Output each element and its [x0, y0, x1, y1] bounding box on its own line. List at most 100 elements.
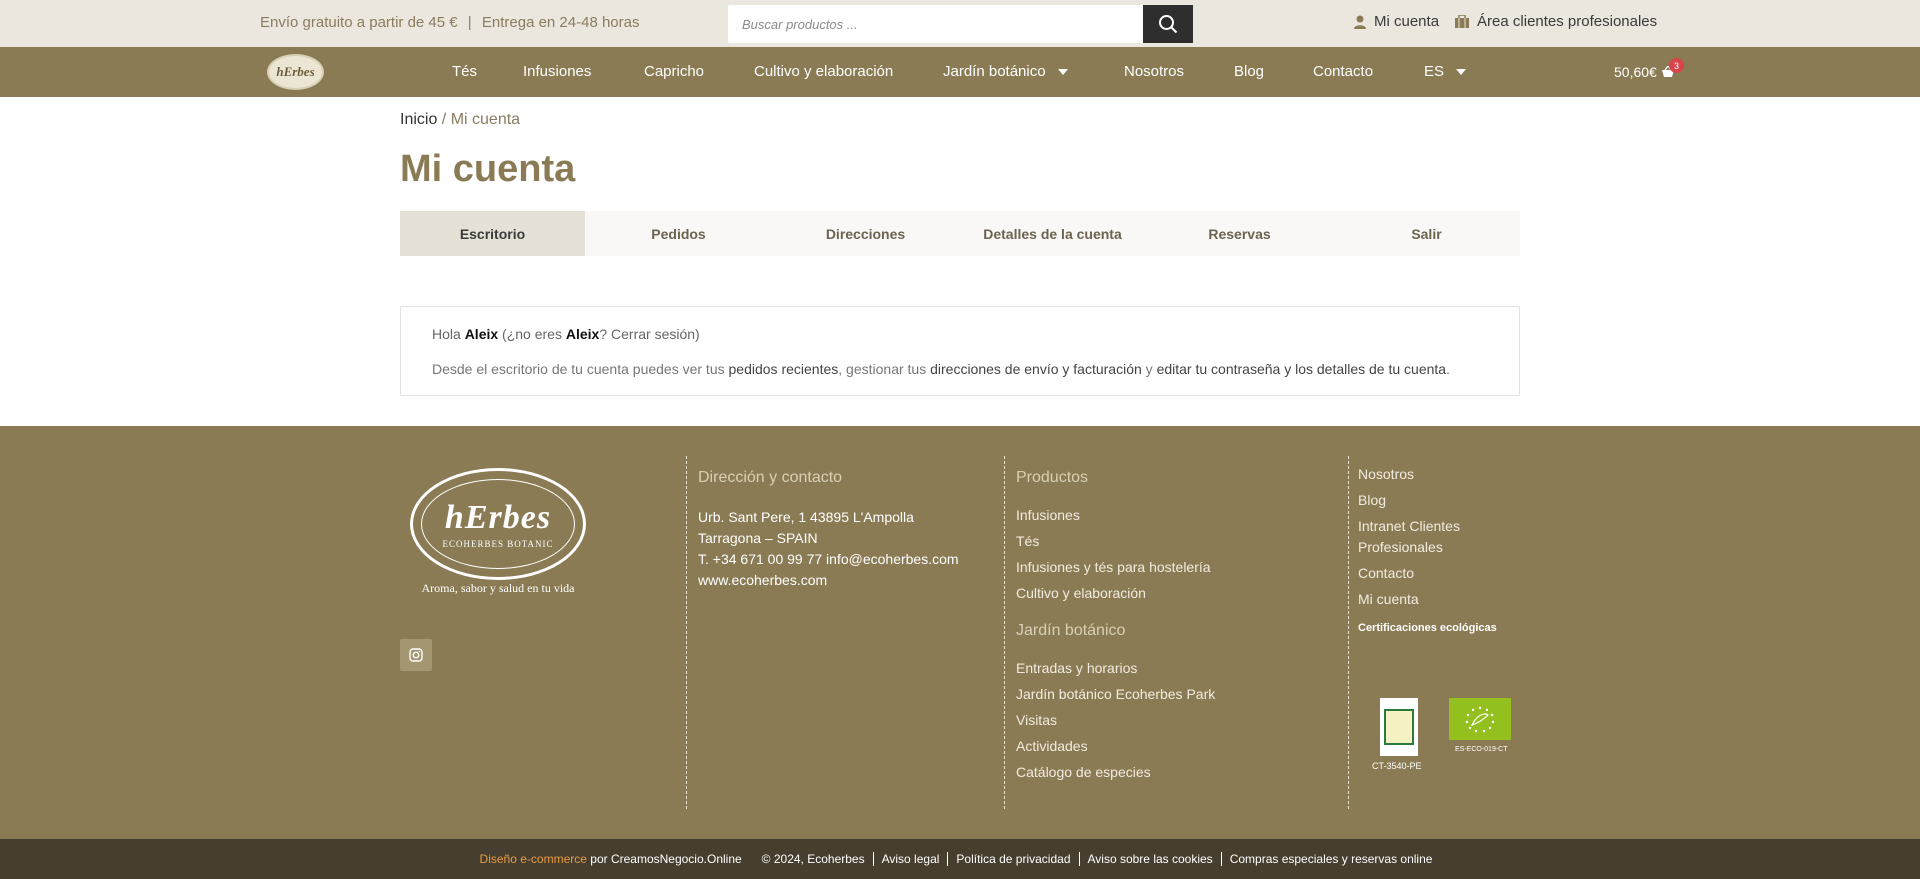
- desc-text: y: [1141, 361, 1157, 377]
- footer-link-visitas[interactable]: Visitas: [1016, 707, 1348, 733]
- nav-item-contacto[interactable]: Contacto: [1313, 63, 1373, 80]
- cart-total: 50,60€: [1614, 64, 1657, 80]
- cookies-link[interactable]: Aviso sobre las cookies: [1078, 852, 1221, 866]
- logo-text: hErbes: [276, 64, 315, 79]
- special-purchases-link[interactable]: Compras especiales y reservas online: [1220, 852, 1441, 866]
- greeting-q: ?: [599, 326, 612, 342]
- bottom-bar: Diseño e-commerce por CreamosNegocio.Onl…: [0, 839, 1920, 879]
- design-credit-by[interactable]: por CreamosNegocio.Online: [590, 852, 741, 866]
- search-input[interactable]: [728, 5, 1142, 43]
- footer-contact-column: Dirección y contacto Urb. Sant Pere, 1 4…: [686, 456, 1004, 809]
- privacy-link[interactable]: Política de privacidad: [947, 852, 1078, 866]
- footer-link-contacto[interactable]: Contacto: [1358, 563, 1548, 584]
- search-button[interactable]: [1143, 5, 1193, 43]
- footer-link-tes[interactable]: Tés: [1016, 528, 1348, 554]
- footer: hErbes ECOHERBES BOTANIC Aroma, sabor y …: [0, 426, 1920, 839]
- nav-label: Tés: [452, 63, 478, 80]
- nav-item-tes[interactable]: Tés: [452, 63, 477, 80]
- address-line-1: Urb. Sant Pere, 1 43895 L'Ampolla: [698, 509, 914, 525]
- footer-logo-inner: hErbes ECOHERBES BOTANIC: [421, 479, 575, 569]
- ccpae-certificate-logo: [1380, 698, 1418, 756]
- pro-area-label: Área clientes profesionales: [1477, 13, 1658, 30]
- tab-escritorio[interactable]: Escritorio: [400, 211, 585, 256]
- instagram-button[interactable]: [400, 639, 432, 671]
- tab-salir[interactable]: Salir: [1333, 211, 1520, 256]
- edit-account-link[interactable]: editar tu contraseña y los detalles de t…: [1157, 361, 1447, 377]
- footer-products-column: Productos Infusiones Tés Infusiones y té…: [1004, 456, 1348, 809]
- my-account-link[interactable]: Mi cuenta: [1354, 13, 1439, 30]
- site-logo[interactable]: hErbes: [267, 54, 324, 90]
- phone-email[interactable]: T. +34 671 00 99 77 info@ecoherbes.com: [698, 549, 1004, 570]
- nav-label: ES: [1424, 63, 1445, 80]
- tab-reservas[interactable]: Reservas: [1146, 211, 1333, 256]
- account-tabs: Escritorio Pedidos Direcciones Detalles …: [400, 211, 1520, 256]
- my-account-label: Mi cuenta: [1374, 13, 1440, 30]
- footer-link-mi-cuenta[interactable]: Mi cuenta: [1358, 589, 1548, 610]
- footer-logo[interactable]: hErbes ECOHERBES BOTANIC: [410, 468, 586, 580]
- garden-title: Jardín botánico: [1016, 622, 1126, 639]
- footer-link-cultivo[interactable]: Cultivo y elaboración: [1016, 580, 1348, 606]
- nav-item-blog[interactable]: Blog: [1234, 63, 1264, 80]
- promo-text: Envío gratuito a partir de 45 € | Entreg…: [260, 14, 640, 31]
- pro-area-link[interactable]: Área clientes profesionales: [1455, 13, 1657, 30]
- eu-leaf-icon: [1465, 706, 1495, 733]
- nav-item-cultivo[interactable]: Cultivo y elaboración: [754, 63, 893, 80]
- footer-link-hosteleria[interactable]: Infusiones y tés para hostelería: [1016, 554, 1348, 580]
- greeting-close: ): [695, 326, 700, 342]
- nav-item-jardin[interactable]: Jardín botánico: [943, 63, 1068, 80]
- footer-link-catalogo[interactable]: Catálogo de especies: [1016, 759, 1348, 785]
- copyright: © 2024, Ecoherbes: [761, 852, 865, 866]
- footer-link-intranet[interactable]: Intranet Clientes Profesionales: [1358, 516, 1478, 558]
- language-selector[interactable]: ES: [1424, 63, 1467, 80]
- cart-button[interactable]: 50,60€: [1614, 64, 1675, 80]
- user-icon: [1354, 15, 1366, 29]
- legal-link[interactable]: Aviso legal: [872, 852, 948, 866]
- breadcrumb-separator: /: [437, 111, 451, 128]
- contact-title: Dirección y contacto: [698, 469, 843, 486]
- nav-item-nosotros[interactable]: Nosotros: [1124, 63, 1184, 80]
- recent-orders-link[interactable]: pedidos recientes: [729, 361, 839, 377]
- footer-link-park[interactable]: Jardín botánico Ecoherbes Park: [1016, 681, 1348, 707]
- promo-separator: |: [467, 14, 472, 31]
- building-icon: [1455, 15, 1470, 28]
- footer-link-blog[interactable]: Blog: [1358, 490, 1548, 511]
- logout-link[interactable]: Cerrar sesión: [611, 326, 695, 342]
- footer-logo-ring-text: ECOHERBES BOTANIC: [442, 539, 554, 549]
- search-box: [728, 5, 1193, 43]
- footer-link-entradas[interactable]: Entradas y horarios: [1016, 655, 1348, 681]
- nav-label: Blog: [1234, 63, 1265, 80]
- user-name-2: Aleix: [565, 326, 600, 342]
- tab-direcciones[interactable]: Direcciones: [772, 211, 959, 256]
- address-line-2: Tarragona – SPAIN: [698, 530, 818, 546]
- chevron-down-icon: [1456, 68, 1467, 75]
- top-links: Mi cuenta Área clientes profesionales: [1354, 13, 1673, 30]
- desc-text: Desde el escritorio de tu cuenta puedes …: [432, 361, 729, 377]
- breadcrumb-home[interactable]: Inicio: [400, 111, 437, 128]
- footer-link-nosotros[interactable]: Nosotros: [1358, 464, 1548, 485]
- footer-link-actividades[interactable]: Actividades: [1016, 733, 1348, 759]
- nav-label: Infusiones: [523, 63, 592, 80]
- website-link[interactable]: www.ecoherbes.com: [698, 570, 1004, 591]
- nav-label: Cultivo y elaboración: [754, 63, 894, 80]
- nav-label: Nosotros: [1124, 63, 1185, 80]
- design-credit-link[interactable]: Diseño e-commerce: [480, 852, 587, 866]
- nav-item-capricho[interactable]: Capricho: [644, 63, 704, 80]
- tab-detalles[interactable]: Detalles de la cuenta: [959, 211, 1146, 256]
- promo-shipping: Envío gratuito a partir de 45 €: [260, 14, 458, 31]
- dashboard-content: Hola Aleix (¿no eres Aleix? Cerrar sesió…: [400, 306, 1520, 396]
- eu-organic-code: ES-ECO-019-CT: [1455, 746, 1508, 753]
- footer-tagline: Aroma, sabor y salud en tu vida: [421, 581, 575, 595]
- eu-organic-logo: [1449, 698, 1511, 740]
- user-name: Aleix: [464, 326, 499, 342]
- tab-pedidos[interactable]: Pedidos: [585, 211, 772, 256]
- footer-logo-text: hErbes: [444, 499, 552, 536]
- nav-item-infusiones[interactable]: Infusiones: [523, 63, 591, 80]
- nav-label: Capricho: [644, 63, 705, 80]
- instagram-icon: [409, 648, 423, 662]
- addresses-link[interactable]: direcciones de envío y facturación: [930, 361, 1142, 377]
- main-nav: hErbes Tés Infusiones Capricho Cultivo y…: [0, 47, 1920, 97]
- desc-text: , gestionar tus: [838, 361, 931, 377]
- cart-count-badge: 3: [1669, 58, 1684, 73]
- nav-label: Jardín botánico: [943, 63, 1046, 80]
- footer-link-infusiones[interactable]: Infusiones: [1016, 502, 1348, 528]
